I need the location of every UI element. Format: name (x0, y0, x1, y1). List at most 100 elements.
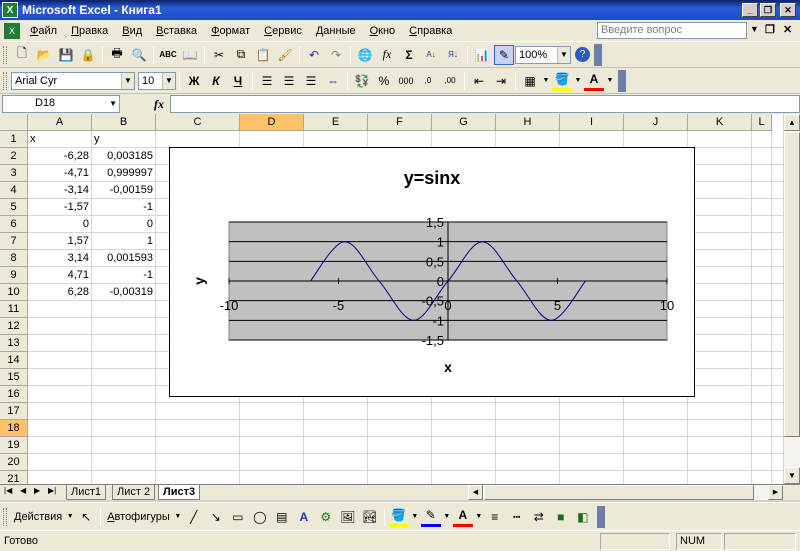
tab-sheet3[interactable]: Лист3 (158, 485, 201, 500)
line-style-icon[interactable]: ≡ (485, 507, 505, 527)
cell-A10[interactable]: 6,28 (28, 284, 91, 301)
select-objects-icon[interactable]: ↖ (76, 507, 96, 527)
format-painter-icon[interactable]: 🖌 (275, 45, 295, 65)
fill-color-icon[interactable]: 🪣 (388, 507, 409, 527)
chevron-down-icon[interactable]: ▼ (121, 72, 134, 89)
underline-button[interactable]: Ч (228, 71, 248, 91)
column-header-H[interactable]: H (496, 114, 560, 131)
select-all-button[interactable] (0, 114, 28, 131)
scroll-down-icon[interactable]: ▼ (784, 467, 800, 484)
scroll-left-icon[interactable]: ◀ (468, 485, 483, 500)
menu-view[interactable]: Вид (116, 25, 150, 37)
increase-indent-icon[interactable]: ⇥ (491, 71, 511, 91)
currency-icon[interactable]: 💱 (352, 71, 372, 91)
insert-function-icon[interactable]: fx (377, 45, 397, 65)
font-color-icon[interactable]: A (452, 507, 473, 527)
workbook-icon[interactable]: X (4, 22, 20, 39)
column-header-D[interactable]: D (240, 114, 304, 131)
row-header-17[interactable]: 17 (0, 403, 28, 420)
cell-A8[interactable]: 3,14 (28, 250, 91, 267)
doc-close-button[interactable]: ✕ (783, 23, 792, 36)
actions-menu[interactable]: Действия (11, 511, 65, 523)
chevron-down-icon[interactable]: ▼ (66, 507, 74, 527)
decrease-indent-icon[interactable]: ⇤ (469, 71, 489, 91)
column-header-A[interactable]: A (28, 114, 92, 131)
row-header-19[interactable]: 19 (0, 437, 28, 454)
borders-icon[interactable]: ▦ (520, 71, 540, 91)
ask-question-input[interactable]: Введите вопрос (597, 22, 747, 39)
tab-sheet2[interactable]: Лист 2 (112, 485, 156, 500)
row-header-11[interactable]: 11 (0, 301, 28, 318)
save-icon[interactable]: 💾 (56, 45, 76, 65)
font-color-icon[interactable]: A (584, 71, 604, 91)
scroll-thumb[interactable] (784, 132, 800, 437)
chevron-down-icon[interactable]: ▼ (557, 46, 570, 63)
cell-B5[interactable]: -1 (92, 199, 155, 216)
print-icon[interactable]: 🖶 (107, 45, 127, 65)
cell-A1[interactable]: x (28, 131, 91, 148)
cell-B6[interactable]: 0 (92, 216, 155, 233)
shadow-icon[interactable]: ■ (551, 507, 571, 527)
paste-icon[interactable]: 📋 (253, 45, 273, 65)
cell-B4[interactable]: -0,00159 (92, 182, 155, 199)
menu-data[interactable]: Данные (310, 25, 364, 37)
menu-edit[interactable]: Правка (65, 25, 116, 37)
font-size-select[interactable]: 10 ▼ (138, 71, 176, 90)
column-header-G[interactable]: G (432, 114, 496, 131)
column-header-J[interactable]: J (624, 114, 688, 131)
decrease-decimal-icon[interactable]: ,00 (440, 71, 460, 91)
cell-B2[interactable]: 0,003185 (92, 148, 155, 165)
increase-decimal-icon[interactable]: ,0 (418, 71, 438, 91)
spelling-icon[interactable]: ABC (158, 45, 178, 65)
row-header-6[interactable]: 6 (0, 216, 28, 233)
align-right-icon[interactable]: ☰ (301, 71, 321, 91)
row-header-5[interactable]: 5 (0, 199, 28, 216)
last-sheet-icon[interactable]: ▶| (48, 486, 56, 495)
row-header-15[interactable]: 15 (0, 369, 28, 386)
cell-A6[interactable]: 0 (28, 216, 91, 233)
prev-sheet-icon[interactable]: ◀ (20, 486, 26, 495)
sort-ascending-icon[interactable]: A↓ (421, 45, 441, 65)
menu-insert[interactable]: Вставка (150, 25, 205, 37)
close-button[interactable]: ✕ (780, 3, 796, 17)
arrow-icon[interactable]: ↘ (206, 507, 226, 527)
column-header-E[interactable]: E (304, 114, 368, 131)
column-header-L[interactable]: L (752, 114, 772, 131)
vertical-scrollbar[interactable]: ▲ ▼ (783, 114, 800, 484)
menu-window[interactable]: Окно (364, 25, 404, 37)
doc-restore-button[interactable]: ❐ (765, 23, 775, 36)
diagram-icon[interactable]: ⚙ (316, 507, 336, 527)
bold-button[interactable]: Ж (184, 71, 204, 91)
chevron-down-icon[interactable]: ▼ (606, 71, 614, 91)
cell-A3[interactable]: -4,71 (28, 165, 91, 182)
scroll-right-icon[interactable]: ▶ (768, 485, 783, 500)
chevron-down-icon[interactable]: ▼ (750, 24, 759, 34)
zoom-select[interactable]: 100% ▼ (515, 45, 571, 64)
chevron-down-icon[interactable]: ▼ (574, 71, 582, 91)
restore-button[interactable]: ❐ (760, 3, 776, 17)
autoshapes-menu[interactable]: Автофигуры (104, 511, 173, 523)
chevron-down-icon[interactable]: ▼ (411, 507, 419, 527)
line-color-icon[interactable]: ✎ (420, 507, 441, 527)
menu-tools[interactable]: Сервис (258, 25, 310, 37)
excel-app-icon[interactable]: X (2, 2, 18, 18)
cell-B1[interactable]: y (92, 131, 155, 148)
toolbar-options-button[interactable] (618, 69, 626, 92)
chevron-down-icon[interactable]: ▼ (475, 507, 483, 527)
row-header-10[interactable]: 10 (0, 284, 28, 301)
row-header-4[interactable]: 4 (0, 182, 28, 199)
chevron-down-icon[interactable]: ▼ (174, 507, 182, 527)
cell-A5[interactable]: -1,57 (28, 199, 91, 216)
copy-icon[interactable]: ⧉ (231, 45, 251, 65)
chevron-down-icon[interactable]: ▼ (542, 71, 550, 91)
autosum-icon[interactable]: Σ (399, 45, 419, 65)
toolbar-grip[interactable] (3, 507, 7, 526)
permission-icon[interactable]: 🔒 (78, 45, 98, 65)
fx-icon[interactable]: fx (154, 97, 164, 112)
tab-sheet1[interactable]: Лист1 (66, 485, 107, 500)
hyperlink-icon[interactable]: 🌐 (355, 45, 375, 65)
wordart-icon[interactable]: A (294, 507, 314, 527)
name-box[interactable]: D18 ▼ (2, 95, 120, 113)
next-sheet-icon[interactable]: ▶ (34, 486, 40, 495)
dash-style-icon[interactable]: ┅ (507, 507, 527, 527)
